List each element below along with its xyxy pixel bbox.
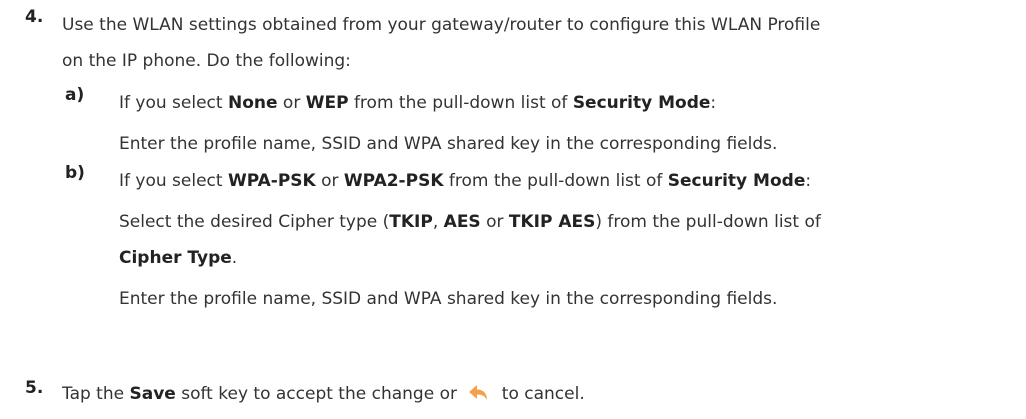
security-option-wep: WEP xyxy=(305,93,349,113)
substep-b-cipher-field: Cipher Type. xyxy=(119,240,1022,276)
substep-text: If you select None or WEP from the pull-… xyxy=(119,85,1022,162)
field-security-mode: Security Mode xyxy=(667,171,806,191)
substep-a-instruction: Enter the profile name, SSID and WPA sha… xyxy=(119,134,778,154)
text-fragment: . xyxy=(231,248,238,268)
substep-b-cipher-line: Select the desired Cipher type (TKIP, AE… xyxy=(119,204,1022,240)
text-fragment: or xyxy=(480,212,509,232)
security-option-wpa2-psk: WPA2-PSK xyxy=(343,171,444,191)
step-text: Use the WLAN settings obtained from your… xyxy=(62,7,1022,79)
soft-key-save: Save xyxy=(129,384,176,404)
text-fragment: soft key to accept the change or xyxy=(175,384,463,404)
text-fragment: Tap the xyxy=(62,384,130,404)
text-fragment: If you select xyxy=(119,171,228,191)
cipher-option-tkip-aes: TKIP AES xyxy=(508,212,596,232)
step-4-line-2: on the IP phone. Do the following: xyxy=(62,51,351,71)
step-number: 5. xyxy=(25,378,44,398)
text-fragment: from the pull-down list of xyxy=(348,93,573,113)
text-fragment: If you select xyxy=(119,93,228,113)
substep-letter: b) xyxy=(65,163,85,183)
cipher-option-tkip: TKIP xyxy=(389,212,433,232)
text-fragment: Select the desired Cipher type ( xyxy=(119,212,390,232)
substep-b-instruction: Enter the profile name, SSID and WPA sha… xyxy=(119,289,778,309)
text-fragment: : xyxy=(710,93,717,113)
step-4-line-1: Use the WLAN settings obtained from your… xyxy=(62,15,821,35)
substep-text: If you select WPA-PSK or WPA2-PSK from t… xyxy=(119,163,1022,317)
text-fragment: or xyxy=(277,93,306,113)
text-fragment: or xyxy=(315,171,344,191)
field-cipher-type: Cipher Type xyxy=(119,248,232,268)
text-fragment: to cancel. xyxy=(496,384,585,404)
security-option-wpa-psk: WPA-PSK xyxy=(227,171,316,191)
back-arrow-icon xyxy=(466,382,492,404)
substep-a-intro: If you select None or WEP from the pull-… xyxy=(119,85,1022,121)
step-number: 4. xyxy=(25,7,44,27)
field-security-mode: Security Mode xyxy=(572,93,711,113)
security-option-none: None xyxy=(227,93,278,113)
text-fragment: from the pull-down list of xyxy=(443,171,668,191)
cipher-option-aes: AES xyxy=(443,212,481,232)
text-fragment: , xyxy=(432,212,444,232)
text-fragment: : xyxy=(805,171,812,191)
substep-b-intro: If you select WPA-PSK or WPA2-PSK from t… xyxy=(119,163,1022,199)
text-fragment: ) from the pull-down list of xyxy=(595,212,821,232)
step-text: Tap the Save soft key to accept the chan… xyxy=(62,378,1022,410)
substep-letter: a) xyxy=(65,85,85,105)
